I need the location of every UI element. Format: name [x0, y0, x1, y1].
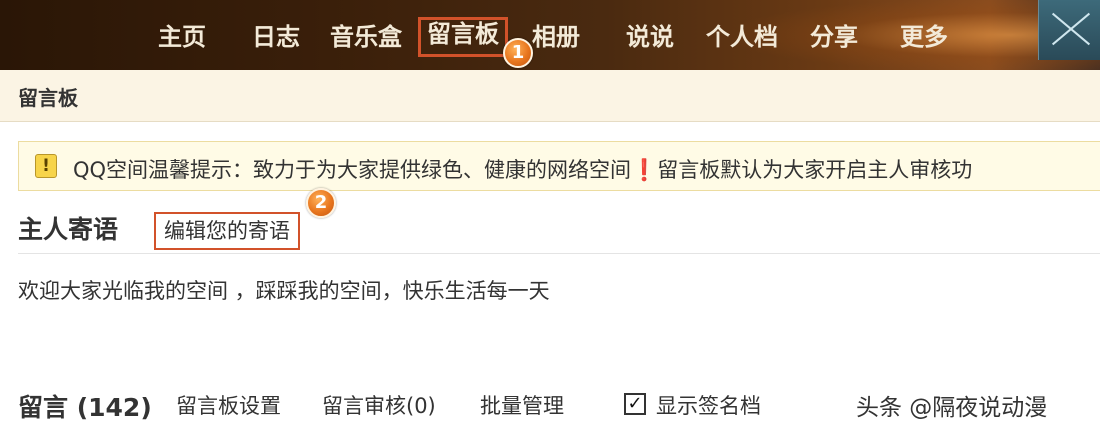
- comments-count-title: 留言 (142): [18, 393, 152, 422]
- section-header: 留言板: [0, 70, 1100, 122]
- show-signature-label[interactable]: 显示签名档: [656, 390, 761, 420]
- nav-item-message-board[interactable]: 留言板: [418, 17, 508, 57]
- show-signature-checkbox[interactable]: ✓: [624, 393, 646, 415]
- page-title: 留言板: [18, 86, 78, 110]
- top-navigation-bar: 主页 日志 音乐盒 留言板 相册 说说 个人档 分享 更多 1: [0, 0, 1100, 70]
- exclamation-notice-icon: !: [35, 154, 57, 178]
- nav-item-profile[interactable]: 个人档: [706, 20, 778, 54]
- notice-bar: ! QQ空间温馨提示：致力于为大家提供绿色、健康的网络空间❗留言板默认为大家开启…: [18, 141, 1100, 191]
- nav-item-album[interactable]: 相册: [532, 20, 580, 54]
- host-message-text: 欢迎大家光临我的空间 ，踩踩我的空间，快乐生活每一天: [18, 279, 550, 303]
- nav-item-shuoshuo[interactable]: 说说: [626, 20, 674, 54]
- nav-item-share[interactable]: 分享: [810, 20, 858, 54]
- edit-host-message-link[interactable]: 编辑您的寄语: [154, 212, 300, 250]
- nav-item-home[interactable]: 主页: [158, 20, 206, 54]
- corner-decoration-icon: [1038, 0, 1100, 60]
- message-board-settings-link[interactable]: 留言板设置: [176, 390, 281, 420]
- notice-text: QQ空间温馨提示：致力于为大家提供绿色、健康的网络空间❗留言板默认为大家开启主人…: [73, 158, 973, 182]
- step-1-badge: 1: [503, 38, 533, 68]
- nav-item-music-box[interactable]: 音乐盒: [330, 20, 402, 54]
- step-2-badge: 2: [306, 188, 336, 218]
- nav-item-more[interactable]: 更多: [900, 20, 948, 54]
- watermark-text: 头条 @隔夜说动漫: [856, 395, 1048, 421]
- message-review-link[interactable]: 留言审核(0): [322, 390, 436, 420]
- nav-item-blog[interactable]: 日志: [252, 20, 300, 54]
- batch-manage-link[interactable]: 批量管理: [480, 390, 564, 420]
- section-divider: [18, 253, 1100, 254]
- host-message-title: 主人寄语: [18, 215, 119, 244]
